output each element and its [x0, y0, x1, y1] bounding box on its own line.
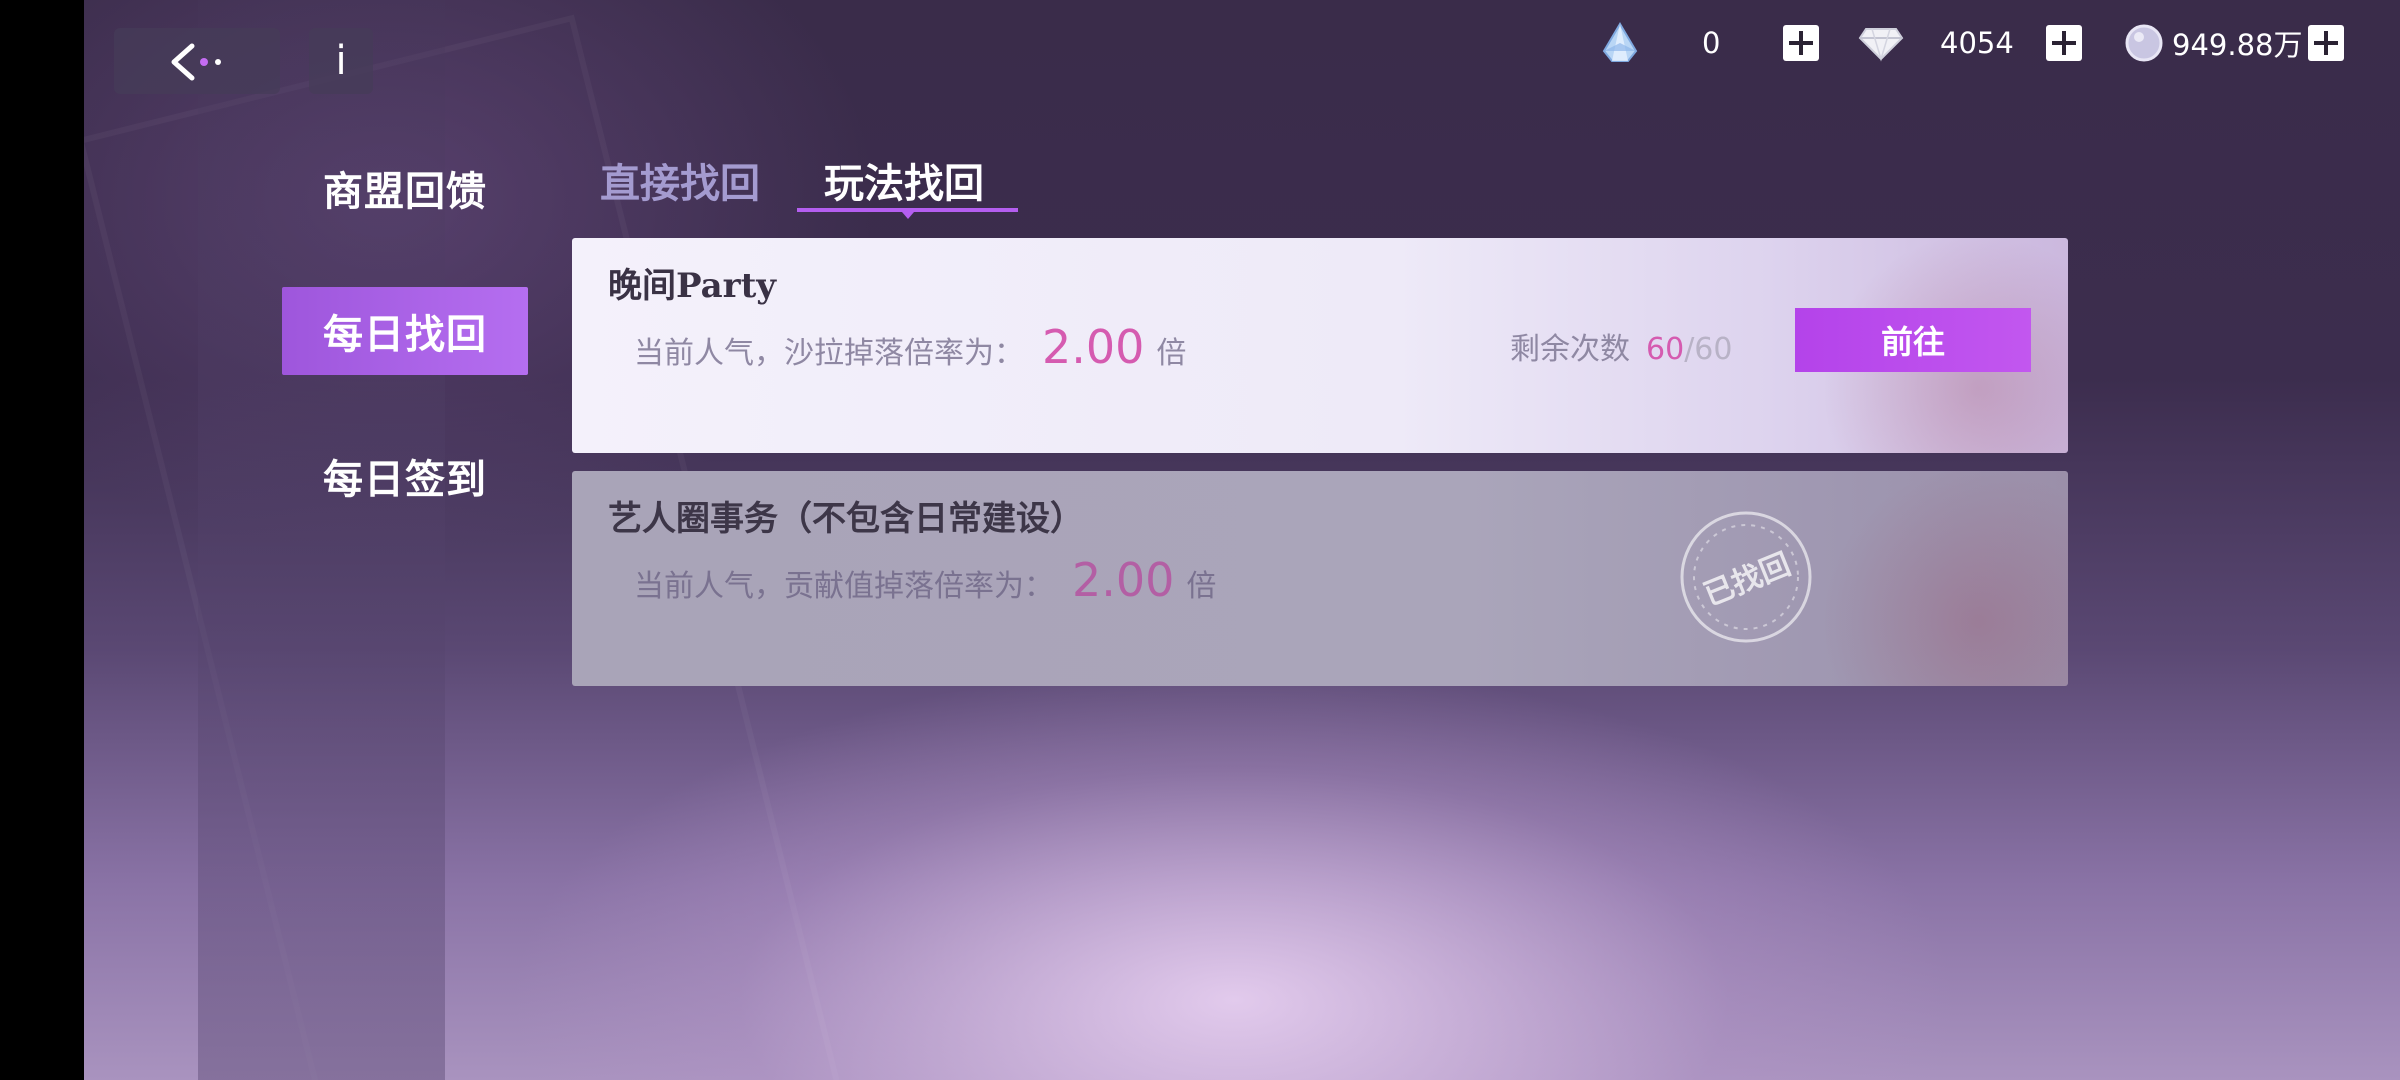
add-crystal-button[interactable] — [1783, 18, 1819, 68]
card-title: 晚间Party — [608, 266, 777, 306]
rate-label: 当前人气，沙拉掉落倍率为： — [634, 336, 1024, 371]
remaining-label: 剩余次数 — [1510, 332, 1630, 367]
remaining-separator: / — [1684, 332, 1695, 367]
tab-direct-recovery[interactable]: 直接找回 — [600, 148, 760, 212]
silver-count: 949.88万 — [2172, 28, 2303, 62]
plus-icon — [1783, 25, 1819, 61]
sidebar-item-guild-feedback[interactable]: 商盟回馈 — [282, 144, 528, 232]
silver-coin-icon — [2125, 24, 2163, 62]
remaining-value: 60 — [1646, 332, 1685, 367]
sidebar-item-daily-recovery[interactable]: 每日找回 — [282, 287, 528, 375]
drop-rate-line: 当前人气，贡献值掉落倍率为： 2.00 倍 — [634, 553, 1216, 607]
rate-unit: 倍 — [1156, 336, 1187, 371]
sidebar-item-label: 每日签到 — [323, 456, 487, 503]
rate-value: 2.00 — [1072, 553, 1175, 607]
currency-diamond — [1858, 18, 1904, 68]
remaining-total: 60 — [1694, 332, 1733, 367]
tab-label: 玩法找回 — [824, 160, 984, 207]
recovery-card-evening-party: 晚间Party 当前人气，沙拉掉落倍率为： 2.00 倍 剩余次数 60 / 6… — [572, 238, 2068, 453]
crystal-count: 0 — [1702, 26, 1721, 60]
sidebar-item-label: 每日找回 — [323, 311, 487, 358]
back-button[interactable] — [114, 28, 280, 94]
recovered-stamp: 已找回 — [1678, 509, 1814, 645]
plus-icon — [2308, 25, 2344, 61]
diamond-count: 4054 — [1940, 26, 2014, 60]
add-diamond-button[interactable] — [2046, 18, 2082, 68]
card-title: 艺人圈事务（不包含日常建设） — [608, 499, 1084, 539]
tab-caret-icon — [902, 212, 914, 219]
tab-gameplay-recovery[interactable]: 玩法找回 — [824, 148, 984, 212]
sidebar-item-label: 商盟回馈 — [323, 168, 487, 215]
plus-icon — [2046, 25, 2082, 61]
tab-label: 直接找回 — [600, 160, 760, 207]
rate-value: 2.00 — [1042, 320, 1145, 374]
diamond-icon — [1858, 28, 1904, 62]
rate-label: 当前人气，贡献值掉落倍率为： — [634, 569, 1054, 604]
rate-unit: 倍 — [1186, 569, 1217, 604]
currency-silver — [2124, 18, 2164, 68]
drop-rate-line: 当前人气，沙拉掉落倍率为： 2.00 倍 — [634, 320, 1186, 374]
info-button[interactable]: i — [309, 28, 373, 94]
back-arrow-icon — [171, 43, 221, 81]
add-silver-button[interactable] — [2308, 18, 2344, 68]
sidebar-item-daily-signin[interactable]: 每日签到 — [282, 432, 528, 520]
recovery-card-artist-affairs: 艺人圈事务（不包含日常建设） 当前人气，贡献值掉落倍率为： 2.00 倍 已找回 — [572, 471, 2068, 686]
remaining-count: 剩余次数 60 / 60 — [1510, 324, 1732, 368]
go-button[interactable]: 前往 — [1795, 308, 2031, 372]
currency-crystal — [1598, 18, 1642, 68]
crystal-icon — [1602, 22, 1638, 62]
